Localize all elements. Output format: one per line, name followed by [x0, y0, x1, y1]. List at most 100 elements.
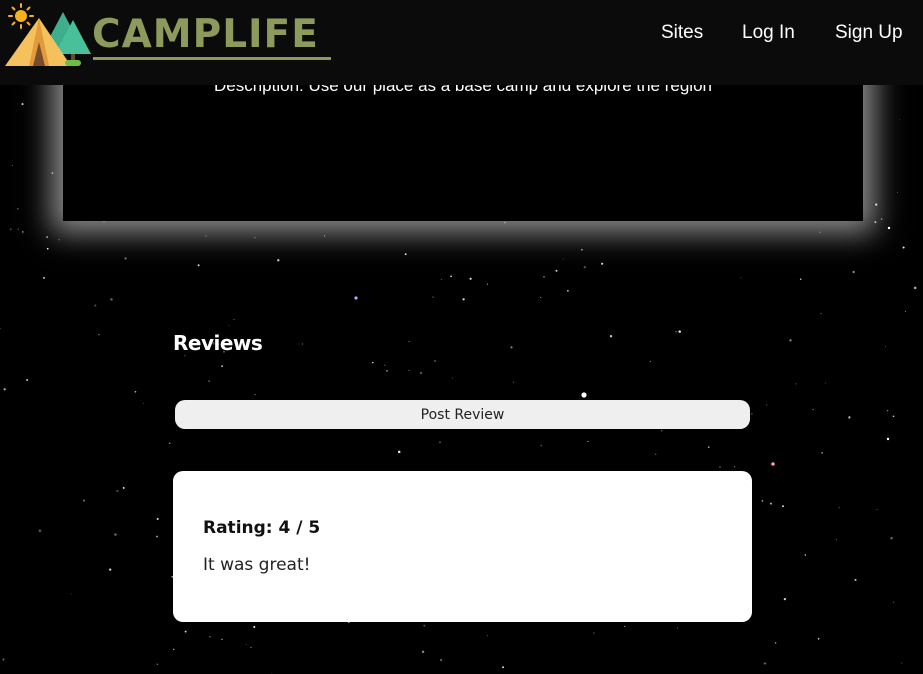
star [46, 247, 49, 250]
star [17, 228, 19, 230]
star [543, 276, 545, 278]
bright-star [581, 392, 587, 398]
star [124, 257, 127, 260]
star [783, 597, 787, 601]
star [892, 601, 895, 603]
star [902, 246, 905, 249]
star [169, 442, 171, 444]
star [250, 646, 252, 649]
star [593, 632, 595, 634]
star [114, 533, 117, 536]
star [875, 203, 878, 206]
star [609, 334, 613, 338]
star [302, 343, 304, 345]
star [51, 172, 54, 174]
review-card: Rating: 4 / 5 It was great! [173, 471, 752, 622]
star [173, 648, 175, 651]
star [109, 568, 112, 571]
star [156, 663, 159, 666]
star [567, 289, 569, 292]
star [271, 672, 273, 674]
star [208, 380, 211, 383]
star [26, 378, 29, 382]
star [421, 650, 425, 653]
star [804, 554, 807, 556]
star [774, 642, 777, 644]
brand-underline [93, 57, 331, 60]
review-rating: Rating: 4 / 5 [203, 518, 321, 538]
star [386, 369, 388, 372]
star [439, 441, 441, 444]
star [555, 269, 558, 272]
star [885, 346, 887, 348]
star [740, 277, 742, 279]
star [94, 304, 97, 307]
star [766, 404, 768, 406]
star [761, 500, 764, 502]
star [848, 416, 851, 419]
star [16, 207, 19, 210]
star [2, 658, 5, 661]
star [649, 360, 651, 362]
star [324, 235, 326, 237]
star [462, 298, 465, 301]
star [513, 381, 515, 383]
star [874, 221, 877, 224]
star [782, 505, 784, 508]
star [184, 630, 187, 633]
star [854, 578, 857, 581]
star [719, 466, 721, 468]
star [675, 331, 677, 333]
star [419, 371, 423, 375]
star [707, 446, 710, 448]
star [750, 413, 753, 415]
star [905, 310, 907, 312]
star [540, 444, 543, 447]
star [789, 339, 792, 342]
star [11, 164, 13, 166]
star [254, 237, 256, 239]
nav-signup-link[interactable]: Sign Up [835, 22, 903, 44]
star [197, 264, 200, 267]
bright-star [887, 226, 891, 230]
star [277, 259, 280, 262]
star [624, 625, 626, 627]
star [486, 635, 488, 637]
star [852, 270, 855, 274]
star [434, 359, 437, 363]
star [58, 239, 60, 241]
star [38, 529, 42, 532]
post-review-button[interactable]: Post Review [175, 400, 750, 429]
star [502, 666, 505, 669]
star [397, 450, 401, 454]
star [245, 644, 247, 646]
star [221, 638, 223, 641]
star [156, 517, 159, 521]
star [205, 235, 207, 237]
brand-name[interactable]: CAMPLIFE [92, 12, 319, 57]
review-text: It was great! [203, 555, 311, 575]
star [655, 453, 657, 455]
star [408, 369, 410, 371]
star [583, 266, 586, 269]
star [209, 636, 211, 638]
star [678, 330, 681, 333]
star [432, 296, 434, 298]
star [876, 509, 878, 511]
star [890, 537, 893, 540]
star [3, 388, 6, 391]
star [82, 499, 86, 502]
star [440, 279, 442, 280]
star [581, 249, 583, 251]
star [880, 218, 883, 220]
star [9, 228, 12, 231]
star [253, 626, 256, 628]
star [504, 222, 506, 224]
star [452, 377, 454, 379]
star [156, 535, 158, 538]
nav-login-link[interactable]: Log In [742, 22, 795, 44]
star [46, 236, 48, 238]
star [817, 638, 820, 640]
star [763, 662, 766, 665]
nav-sites-link[interactable]: Sites [661, 22, 703, 44]
